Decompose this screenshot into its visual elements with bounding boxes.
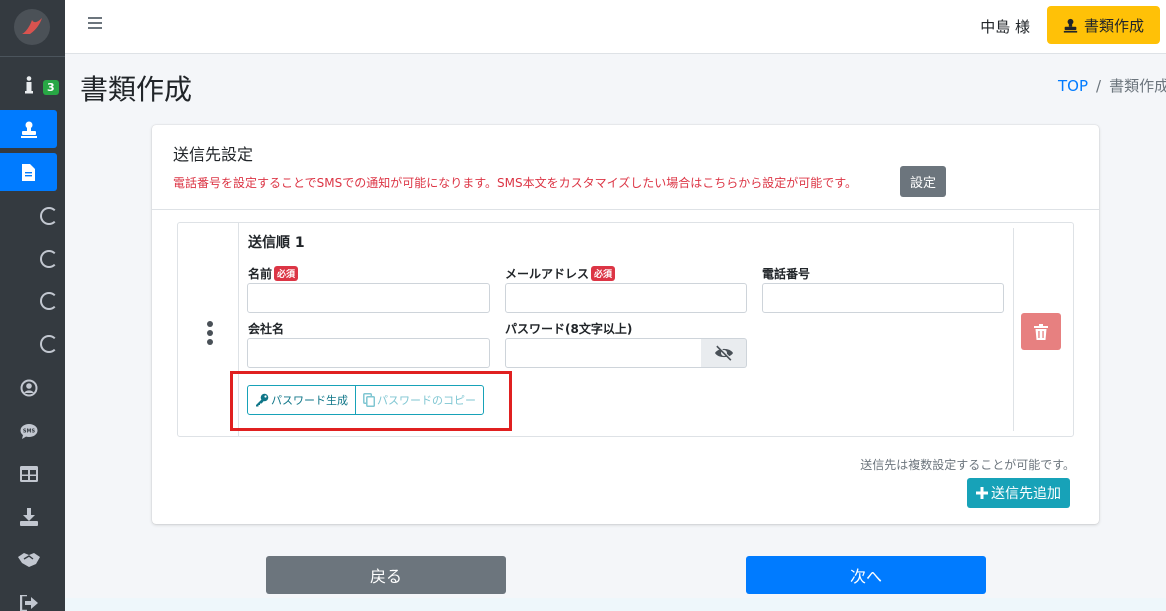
password-label: パスワード(8文字以上) [505, 322, 633, 336]
sidebar-item-sms[interactable]: SMS [0, 412, 57, 450]
circle-icon[interactable] [40, 292, 58, 310]
required-badge: 必須 [274, 266, 299, 281]
multiple-recipients-note: 送信先は複数設定することが可能です。 [860, 458, 1075, 472]
notification-badge: 3 [43, 80, 59, 95]
divider [1013, 228, 1014, 431]
table-icon [19, 466, 38, 482]
email-field[interactable] [505, 283, 747, 313]
sidebar-item-stamp[interactable] [0, 110, 57, 148]
recipient-order-title: 送信順 1 [248, 235, 305, 251]
delete-recipient-button[interactable] [1021, 313, 1061, 350]
stamp-icon [1063, 18, 1078, 33]
circle-icon[interactable] [40, 335, 58, 353]
circle-icon[interactable] [40, 207, 58, 225]
sms-icon: SMS [20, 423, 37, 439]
back-button[interactable]: 戻る [266, 556, 506, 594]
company-field[interactable] [247, 338, 490, 368]
next-button[interactable]: 次へ [746, 556, 986, 594]
eye-slash-icon [714, 345, 733, 361]
toggle-password-visibility-button[interactable] [701, 338, 747, 368]
required-badge: 必須 [591, 266, 616, 281]
add-recipient-label: 送信先追加 [991, 486, 1061, 502]
user-circle-icon [20, 379, 37, 397]
sidebar-item-download[interactable] [0, 498, 57, 536]
document-icon [22, 163, 35, 181]
sidebar-divider [0, 56, 65, 57]
circle-icon[interactable] [40, 250, 58, 268]
drag-handle-icon[interactable] [207, 321, 213, 348]
password-field[interactable] [505, 338, 702, 368]
sidebar-item-user[interactable] [0, 369, 57, 407]
breadcrumb: TOP / 書類作成 [1058, 75, 1166, 96]
sidebar-item-handshake[interactable] [0, 541, 57, 579]
sidebar: 3 SMS [0, 0, 65, 611]
name-label: 名前 必須 [248, 265, 299, 282]
company-label: 会社名 [248, 322, 285, 336]
name-label-text: 名前 [248, 267, 273, 281]
brand-logo[interactable] [14, 9, 50, 45]
create-document-label: 書類作成 [1083, 16, 1144, 35]
svg-text:SMS: SMS [22, 428, 35, 434]
plus-icon [976, 487, 988, 499]
add-recipient-button[interactable]: 送信先追加 [967, 478, 1070, 508]
phone-label: 電話番号 [762, 267, 811, 281]
sidebar-item-table[interactable] [0, 455, 57, 493]
footer-strip [65, 598, 1166, 611]
download-icon [19, 508, 38, 526]
breadcrumb-separator: / [1096, 77, 1102, 95]
user-name: 中島 様 [980, 18, 1030, 36]
sidebar-item-logout[interactable] [0, 584, 57, 611]
handshake-icon [17, 553, 40, 567]
email-label: メールアドレス 必須 [505, 265, 616, 282]
stamp-icon [20, 121, 37, 138]
create-document-button[interactable]: 書類作成 [1047, 6, 1160, 44]
logo-icon [22, 18, 42, 34]
highlight-box [230, 371, 512, 431]
name-field[interactable] [247, 283, 490, 313]
trash-icon [1034, 323, 1048, 340]
sign-out-icon [19, 595, 38, 611]
info-icon [24, 76, 33, 94]
phone-field[interactable] [762, 283, 1004, 313]
sidebar-item-document[interactable] [0, 153, 57, 191]
card-divider [152, 209, 1099, 210]
top-navbar: 中島 様 書類作成 [65, 0, 1166, 54]
sms-note: 電話番号を設定することでSMSでの通知が可能になります。SMS本文をカスタマイズ… [173, 176, 858, 190]
page-title: 書類作成 [80, 73, 193, 106]
menu-toggle-icon[interactable] [88, 17, 102, 31]
sms-settings-button[interactable]: 設定 [900, 166, 946, 197]
breadcrumb-home-link[interactable]: TOP [1058, 77, 1088, 95]
recipient-settings-card: 送信先設定 電話番号を設定することでSMSでの通知が可能になります。SMS本文を… [152, 125, 1099, 524]
breadcrumb-current: 書類作成 [1109, 77, 1166, 95]
card-title: 送信先設定 [173, 145, 254, 164]
email-label-text: メールアドレス [505, 267, 590, 281]
